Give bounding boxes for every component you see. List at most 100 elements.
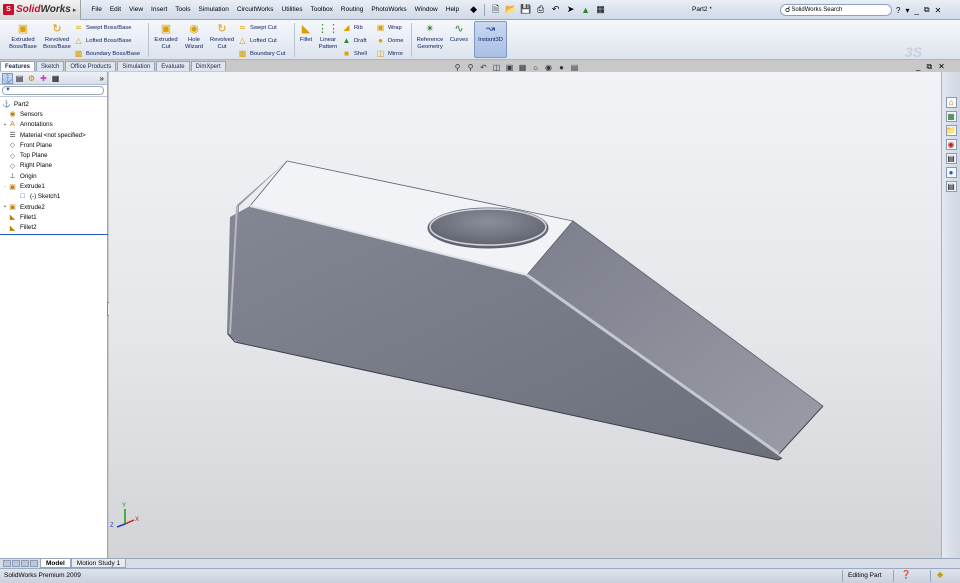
menu-routing[interactable]: Routing (337, 0, 367, 20)
tree-item-top-plane[interactable]: ◇ Top Plane (0, 150, 107, 160)
open-folder-icon[interactable]: 📂 (504, 3, 517, 16)
section-view-icon[interactable]: ◫ (491, 63, 502, 73)
view-orientation-icon[interactable]: ▣ (504, 63, 515, 73)
help-icon[interactable]: ? (896, 6, 900, 15)
extruded-boss-button[interactable]: ▣ Extruded Boss/Base (5, 22, 41, 51)
double-chevron-right-icon[interactable]: » (100, 74, 104, 83)
tree-item-fillet2[interactable]: ◣ Fillet2 (0, 223, 107, 233)
menu-circuitworks[interactable]: CircuitWorks (233, 0, 278, 20)
search-results-icon[interactable]: ◉ (945, 139, 957, 150)
tree-item-material-not-specified[interactable]: ☰ Material <not specified> (0, 130, 107, 140)
viewport-minimize-icon[interactable]: _ (916, 62, 920, 72)
select-cursor-icon[interactable]: ➤ (564, 3, 577, 16)
instant3d-button[interactable]: ↝ Instant3D (474, 21, 507, 58)
save-icon[interactable]: 💾 (519, 3, 532, 16)
boundary-boss-button[interactable]: ▩ Boundary Boss/Base (74, 49, 140, 58)
viewport-restore-icon[interactable]: ⧉ (926, 62, 932, 72)
tab-features[interactable]: Features (0, 61, 36, 71)
draft-button[interactable]: ▲ Draft (342, 36, 367, 45)
tree-item-extrude1[interactable]: - ▣ Extrude1 (0, 181, 107, 191)
lofted-boss-button[interactable]: △ Lofted Boss/Base (74, 36, 131, 45)
help-status-icon[interactable]: ❓ (901, 570, 911, 580)
display-style-icon[interactable]: ▦ (517, 63, 528, 73)
menu-file[interactable]: File (87, 0, 105, 20)
edit-appearance-icon[interactable]: ◉ (543, 63, 554, 73)
viewport-close-icon[interactable]: ✕ (938, 62, 945, 72)
restore-icon[interactable]: ⧉ (924, 5, 930, 15)
tab-simulation[interactable]: Simulation (117, 61, 156, 71)
tab-model[interactable]: Model (40, 559, 71, 568)
appearances-icon[interactable]: ● (945, 167, 957, 178)
home-icon[interactable]: ⌂ (945, 97, 957, 108)
options-icon[interactable]: ▦ (594, 3, 607, 16)
new-document-icon[interactable]: 🗎 (489, 3, 502, 16)
menu-tools[interactable]: Tools (171, 0, 194, 20)
menu-photoworks[interactable]: PhotoWorks (367, 0, 410, 20)
minimize-icon[interactable]: _ (914, 6, 918, 15)
configuration-manager-icon[interactable]: ⚙ (26, 73, 37, 84)
tab-sketch[interactable]: Sketch (36, 61, 65, 71)
dome-button[interactable]: ● Dome (376, 36, 403, 45)
print-icon[interactable]: ⎙ (534, 3, 547, 16)
tab-scroll-last-icon[interactable] (30, 559, 38, 567)
file-explorer-icon[interactable]: 📁 (945, 125, 957, 136)
zoom-area-icon[interactable]: ⚲ (465, 63, 476, 73)
tree-filter[interactable]: ▼ (0, 85, 107, 97)
swept-cut-button[interactable]: ≃ Swept Cut (238, 23, 277, 32)
search-box[interactable]: ☌ SolidWorks Search (780, 4, 892, 16)
menu-toolbox[interactable]: Toolbox (307, 0, 337, 20)
menu-simulation[interactable]: Simulation (194, 0, 232, 20)
lofted-cut-button[interactable]: △ Lofted Cut (238, 36, 276, 45)
close-icon[interactable]: ✕ (935, 6, 942, 15)
chevron-down-icon[interactable]: ▾ (905, 6, 909, 15)
tab-dimxpert[interactable]: DimXpert (190, 61, 226, 71)
design-library-icon[interactable]: ▦ (945, 111, 957, 122)
graphics-area[interactable]: Y X Z (109, 72, 941, 558)
previous-view-icon[interactable]: ↶ (478, 63, 489, 73)
mirror-button[interactable]: ◫ Mirror (376, 49, 403, 58)
tree-item-front-plane[interactable]: ◇ Front Plane (0, 140, 107, 150)
model-viewport[interactable]: Y X Z (109, 72, 941, 558)
tree-item-origin[interactable]: ⊥ Origin (0, 171, 107, 181)
menu-utilities[interactable]: Utilities (278, 0, 307, 20)
swept-boss-button[interactable]: ≃ Swept Boss/Base (74, 23, 131, 32)
rib-button[interactable]: ◢ Rib (342, 23, 362, 32)
view-palette-icon[interactable]: ▤ (945, 153, 957, 164)
menu-edit[interactable]: Edit (106, 0, 125, 20)
reference-geometry-button[interactable]: ✴ Reference Geometry (414, 22, 446, 51)
rebuild-icon[interactable]: ▲ (579, 3, 592, 16)
dimxpert-manager-icon[interactable]: ✚ (38, 73, 49, 84)
menu-insert[interactable]: Insert (147, 0, 171, 20)
view-settings-icon[interactable]: ▤ (569, 63, 580, 73)
property-manager-icon[interactable]: ▤ (14, 73, 25, 84)
revolved-boss-button[interactable]: ↻ Revolved Boss/Base (40, 22, 74, 51)
tab-office-products[interactable]: Office Products (65, 61, 117, 71)
display-manager-icon[interactable]: ▦ (50, 73, 61, 84)
tree-root-part[interactable]: ⚓ Part2 (0, 99, 107, 109)
solidworks-logo-menu[interactable]: S SolidWorks ▸ (0, 0, 82, 20)
tab-scroll-first-icon[interactable] (3, 559, 11, 567)
pin-icon[interactable]: ◆ (467, 3, 480, 16)
tab-scroll-next-icon[interactable] (21, 559, 29, 567)
undo-icon[interactable]: ↶ (549, 3, 562, 16)
tree-item-extrude2[interactable]: + ▣ Extrude2 (0, 202, 107, 212)
linear-pattern-button[interactable]: ⋮⋮ Linear Pattern (315, 22, 341, 51)
wrap-button[interactable]: ▣ Wrap (376, 23, 402, 32)
fillet-button[interactable]: ◣ Fillet (296, 22, 316, 44)
apply-scene-icon[interactable]: ● (556, 63, 567, 73)
zoom-to-fit-icon[interactable]: ⚲ (452, 63, 463, 73)
tab-motion-study[interactable]: Motion Study 1 (70, 559, 127, 568)
tab-evaluate[interactable]: Evaluate (156, 61, 190, 71)
featuremanager-tree-icon[interactable]: ⚓ (2, 72, 13, 84)
rebuild-status-icon[interactable]: ◆ (937, 570, 947, 580)
menu-window[interactable]: Window (411, 0, 442, 20)
boundary-cut-button[interactable]: ▩ Boundary Cut (238, 49, 286, 58)
shell-button[interactable]: ■ Shell (342, 49, 367, 58)
hole-wizard-button[interactable]: ◉ Hole Wizard (181, 22, 207, 51)
hide-show-items-icon[interactable]: ☼ (530, 63, 541, 73)
custom-properties-icon[interactable]: ▤ (945, 181, 957, 192)
tree-item-sensors[interactable]: ◉ Sensors (0, 109, 107, 119)
revolved-cut-button[interactable]: ↻ Revolved Cut (207, 22, 237, 51)
tree-item-sketch1[interactable]: □ (-) Sketch1 (0, 192, 107, 202)
menu-help[interactable]: Help (442, 0, 463, 20)
